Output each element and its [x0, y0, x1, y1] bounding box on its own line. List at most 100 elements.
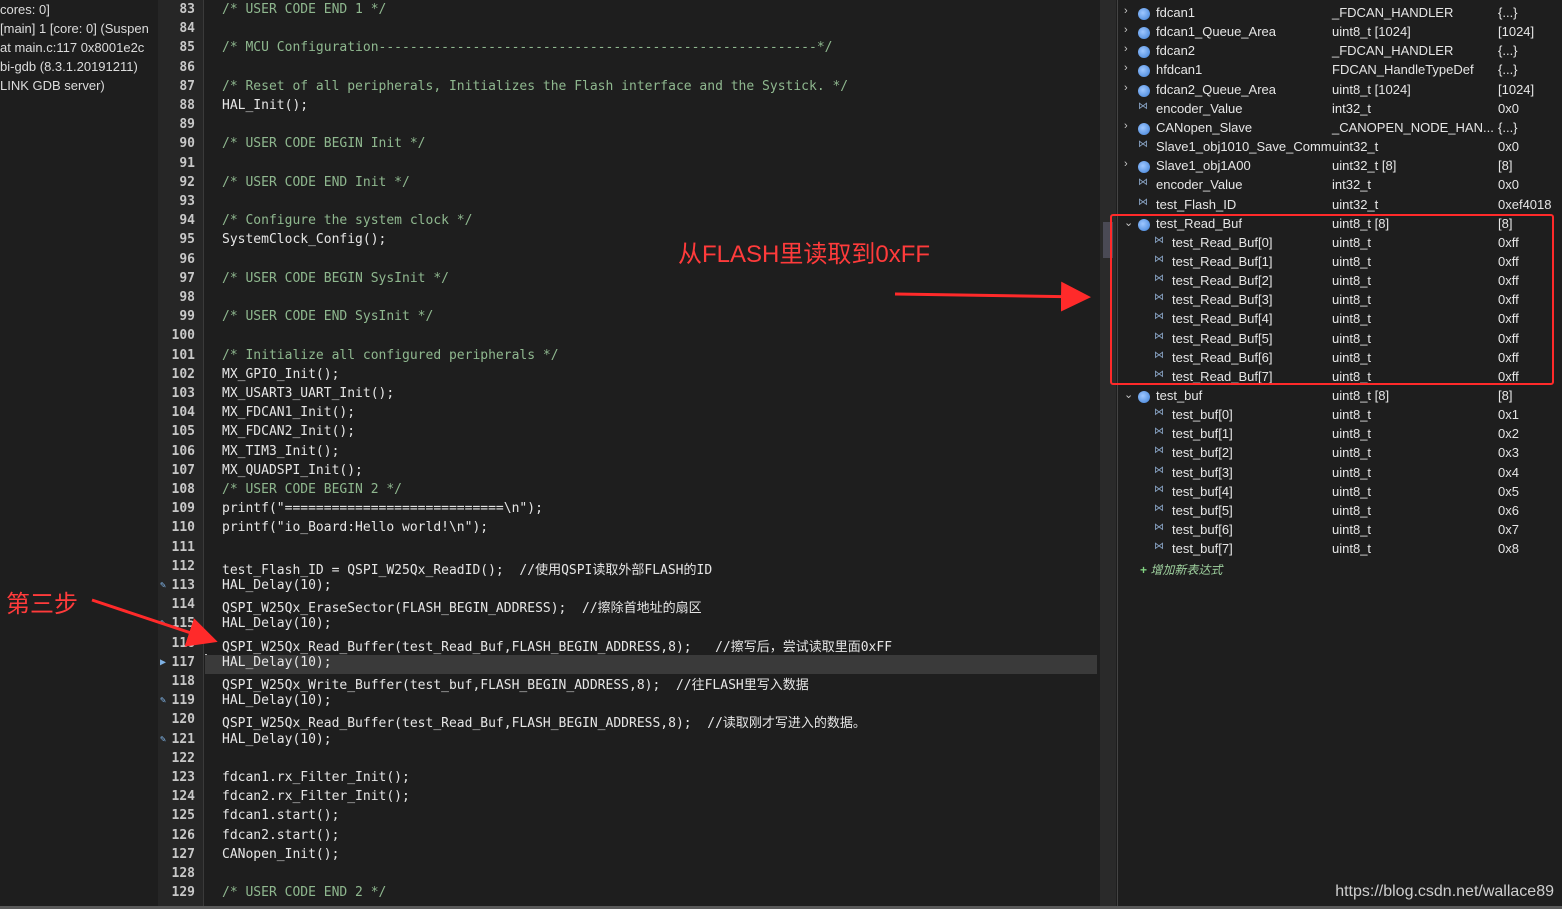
- code-line[interactable]: QSPI_W25Qx_Write_Buffer(test_buf,FLASH_B…: [222, 674, 809, 693]
- debug-thread-line[interactable]: LINK GDB server): [0, 78, 105, 93]
- expression-value[interactable]: {...}: [1498, 5, 1518, 20]
- expression-value[interactable]: 0x7: [1498, 522, 1519, 537]
- expression-child-row[interactable]: ⋈ test_buf[1] uint8_t 0x2: [1118, 425, 1562, 444]
- expression-value[interactable]: 0x0: [1498, 139, 1519, 154]
- code-line[interactable]: test_Flash_ID = QSPI_W25Qx_ReadID(); //使…: [222, 559, 712, 578]
- debug-thread-line[interactable]: cores: 0]: [0, 2, 50, 17]
- expression-row[interactable]: ⋈ Slave1_obj1010_Save_Comm uint32_t 0x0: [1118, 138, 1562, 157]
- expression-value[interactable]: 0x1: [1498, 407, 1519, 422]
- add-expression-link[interactable]: + 增加新表达式: [1140, 561, 1222, 578]
- code-line[interactable]: MX_USART3_UART_Init();: [222, 386, 394, 405]
- code-line[interactable]: CANopen_Init();: [222, 847, 339, 866]
- code-line[interactable]: HAL_Delay(10);: [222, 578, 332, 597]
- expression-value[interactable]: 0xef4018: [1498, 197, 1552, 212]
- code-line[interactable]: /* USER CODE END Init */: [222, 175, 410, 194]
- expression-row[interactable]: ⋈ test_Flash_ID uint32_t 0xef4018: [1118, 196, 1562, 215]
- chevron-right-icon[interactable]: ›: [1124, 82, 1128, 94]
- expression-row[interactable]: › CANopen_Slave _CANOPEN_NODE_HAN... {...}: [1118, 119, 1562, 138]
- line-number: 124: [171, 789, 195, 804]
- expression-value[interactable]: 0x4: [1498, 465, 1519, 480]
- expression-child-row[interactable]: ⋈ test_buf[7] uint8_t 0x8: [1118, 540, 1562, 559]
- code-line[interactable]: fdcan1.rx_Filter_Init();: [222, 770, 410, 789]
- expression-value[interactable]: {...}: [1498, 43, 1518, 58]
- expression-child-row[interactable]: ⋈ test_buf[3] uint8_t 0x4: [1118, 464, 1562, 483]
- code-line[interactable]: QSPI_W25Qx_Read_Buffer(test_Read_Buf,FLA…: [222, 712, 866, 731]
- code-line[interactable]: /* Reset of all peripherals, Initializes…: [222, 79, 848, 98]
- expression-value[interactable]: 0x3: [1498, 445, 1519, 460]
- code-line[interactable]: /* USER CODE END 1 */: [222, 2, 386, 21]
- debug-thread-line[interactable]: [main] 1 [core: 0] (Suspen: [0, 21, 149, 36]
- expression-child-row[interactable]: ⋈ test_buf[4] uint8_t 0x5: [1118, 483, 1562, 502]
- debug-thread-line[interactable]: at main.c:117 0x8001e2c: [0, 40, 144, 55]
- expression-value[interactable]: 0x6: [1498, 503, 1519, 518]
- code-line[interactable]: SystemClock_Config();: [222, 232, 386, 251]
- expression-name: fdcan2_Queue_Area: [1156, 82, 1276, 97]
- expression-child-row[interactable]: ⋈ test_buf[0] uint8_t 0x1: [1118, 406, 1562, 425]
- code-line[interactable]: MX_FDCAN2_Init();: [222, 424, 355, 443]
- chevron-right-icon[interactable]: ›: [1124, 158, 1128, 170]
- expression-row[interactable]: › fdcan1_Queue_Area uint8_t [1024] [1024]: [1118, 23, 1562, 42]
- expression-row[interactable]: ⋈ encoder_Value int32_t 0x0: [1118, 176, 1562, 195]
- expression-value[interactable]: [8]: [1498, 388, 1512, 403]
- code-line[interactable]: /* Configure the system clock */: [222, 213, 472, 232]
- code-line[interactable]: fdcan1.start();: [222, 808, 339, 827]
- code-line[interactable]: HAL_Init();: [222, 98, 308, 117]
- code-line[interactable]: /* Initialize all configured peripherals…: [222, 348, 559, 367]
- expression-value[interactable]: [8]: [1498, 158, 1512, 173]
- code-line[interactable]: /* USER CODE BEGIN 2 */: [222, 482, 402, 501]
- chevron-down-icon[interactable]: ⌄: [1124, 388, 1133, 401]
- code-line[interactable]: printf("io_Board:Hello world!\n");: [222, 520, 488, 539]
- chevron-right-icon[interactable]: ›: [1124, 120, 1128, 132]
- code-line[interactable]: /* USER CODE END SysInit */: [222, 309, 433, 328]
- line-number: 87: [179, 79, 195, 94]
- editor-scrollbar[interactable]: [1100, 0, 1116, 909]
- code-line[interactable]: /* USER CODE BEGIN Init */: [222, 136, 426, 155]
- breakpoint-marker-icon[interactable]: ✎: [160, 580, 166, 591]
- code-line[interactable]: MX_TIM3_Init();: [222, 444, 339, 463]
- current-code-line[interactable]: HAL_Delay(10);: [205, 655, 1097, 674]
- code-editor[interactable]: /* USER CODE END 1 */ /* MCU Configuratio…: [205, 0, 1115, 909]
- breakpoint-marker-icon[interactable]: ✎: [160, 695, 166, 706]
- expression-row[interactable]: ⋈ encoder_Value int32_t 0x0: [1118, 100, 1562, 119]
- expression-child-row[interactable]: ⋈ test_buf[6] uint8_t 0x7: [1118, 521, 1562, 540]
- breakpoint-marker-icon[interactable]: ✎: [160, 734, 166, 745]
- chevron-right-icon[interactable]: ›: [1124, 43, 1128, 55]
- expression-row[interactable]: › hfdcan1 FDCAN_HandleTypeDef {...}: [1118, 61, 1562, 80]
- code-line[interactable]: /* USER CODE BEGIN SysInit */: [222, 271, 449, 290]
- expression-value[interactable]: {...}: [1498, 120, 1518, 135]
- code-line[interactable]: MX_QUADSPI_Init();: [222, 463, 363, 482]
- expression-row[interactable]: ⌄ test_buf uint8_t [8] [8]: [1118, 387, 1562, 406]
- breakpoint-marker-icon[interactable]: ✎: [160, 618, 166, 629]
- code-line[interactable]: HAL_Delay(10);: [222, 616, 332, 635]
- expression-child-row[interactable]: ⋈ test_buf[5] uint8_t 0x6: [1118, 502, 1562, 521]
- expression-value[interactable]: 0x5: [1498, 484, 1519, 499]
- expression-value[interactable]: 0x0: [1498, 177, 1519, 192]
- code-line[interactable]: MX_GPIO_Init();: [222, 367, 339, 386]
- expression-value[interactable]: {...}: [1498, 62, 1518, 77]
- expression-value[interactable]: 0x2: [1498, 426, 1519, 441]
- code-line[interactable]: /* MCU Configuration--------------------…: [222, 40, 832, 59]
- code-line[interactable]: /* USER CODE END 2 */: [222, 885, 386, 904]
- code-line[interactable]: QSPI_W25Qx_EraseSector(FLASH_BEGIN_ADDRE…: [222, 597, 702, 616]
- expression-value[interactable]: [1024]: [1498, 82, 1534, 97]
- code-line[interactable]: fdcan2.start();: [222, 828, 339, 847]
- expression-value[interactable]: [1024]: [1498, 24, 1534, 39]
- code-line[interactable]: QSPI_W25Qx_Read_Buffer(test_Read_Buf,FLA…: [222, 636, 892, 655]
- code-line[interactable]: MX_FDCAN1_Init();: [222, 405, 355, 424]
- expression-row[interactable]: › fdcan2 _FDCAN_HANDLER {...}: [1118, 42, 1562, 61]
- chevron-right-icon[interactable]: ›: [1124, 5, 1128, 17]
- debug-thread-line[interactable]: bi-gdb (8.3.1.20191211): [0, 59, 138, 74]
- expression-child-row[interactable]: ⋈ test_buf[2] uint8_t 0x3: [1118, 444, 1562, 463]
- code-line[interactable]: fdcan2.rx_Filter_Init();: [222, 789, 410, 808]
- code-line[interactable]: HAL_Delay(10);: [222, 732, 332, 751]
- expression-row[interactable]: › fdcan1 _FDCAN_HANDLER {...}: [1118, 4, 1562, 23]
- expression-row[interactable]: › fdcan2_Queue_Area uint8_t [1024] [1024]: [1118, 81, 1562, 100]
- expression-row[interactable]: › Slave1_obj1A00 uint32_t [8] [8]: [1118, 157, 1562, 176]
- chevron-right-icon[interactable]: ›: [1124, 62, 1128, 74]
- code-line[interactable]: printf("============================\n")…: [222, 501, 543, 520]
- code-line[interactable]: HAL_Delay(10);: [222, 693, 332, 712]
- expression-value[interactable]: 0x8: [1498, 541, 1519, 556]
- current-line-marker-icon[interactable]: ▶: [160, 657, 166, 668]
- chevron-right-icon[interactable]: ›: [1124, 24, 1128, 36]
- expression-value[interactable]: 0x0: [1498, 101, 1519, 116]
